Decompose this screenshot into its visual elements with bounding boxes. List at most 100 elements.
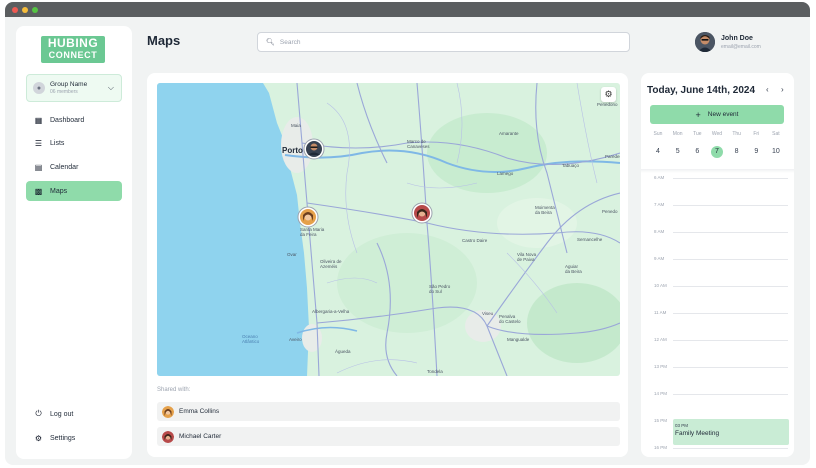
calendar-title: Today, June 14th, 2024 [647,85,756,96]
time-label: 13 PM [654,364,668,369]
time-label: 14 PM [654,391,668,396]
map-canvas[interactable]: Maia Porto Marco de Canaveses Amarante L… [157,83,620,376]
group-icon: ● [33,82,45,94]
day-name: Mon [672,131,683,137]
chevron-down-icon: ⌵ [107,83,114,92]
time-slot[interactable]: 10 AM [641,280,794,307]
time-label: 8 AM [654,229,665,234]
user-name: John Doe [721,34,753,42]
date-cell[interactable]: 5 [670,146,686,158]
time-slot[interactable]: 6 AM [641,172,794,199]
selected-date[interactable]: 7 [710,146,723,158]
sidebar-item-lists[interactable]: ☰ Lists [26,133,122,153]
map-view[interactable]: Maia Porto Marco de Canaveses Amarante L… [157,83,620,376]
date-cell[interactable]: 8 [729,146,745,158]
search-icon: 🔍︎ [266,39,275,46]
svg-text:Atlântico: Atlântico [242,339,260,344]
sidebar-item-label: Log out [50,410,74,418]
power-icon: ⏻ [35,409,42,418]
map-card: Maia Porto Marco de Canaveses Amarante L… [147,73,628,457]
time-slot[interactable]: 12 AM [641,334,794,361]
svg-text:Viseu: Viseu [482,311,494,316]
list-icon: ☰ [34,138,43,148]
shared-person-row[interactable]: Emma Collins [157,402,620,421]
divider [673,340,788,341]
user-profile[interactable]: John Doe email@email.com [695,32,761,52]
sidebar-item-calendar[interactable]: ▤ Calendar [26,157,122,177]
sidebar-item-dashboard[interactable]: ▦ Dashboard [26,110,122,130]
shared-person-name: Michael Carter [179,433,222,440]
svg-text:Castro Daire: Castro Daire [462,238,488,243]
svg-text:Tondela: Tondela [427,369,443,374]
divider [673,394,788,395]
day-name: Sat [772,131,780,137]
search-bar[interactable]: 🔍︎ [257,32,630,52]
sidebar-item-label: Lists [50,139,65,147]
svg-text:Penedo: Penedo [602,209,618,214]
time-slot[interactable]: 14 PM [641,388,794,415]
svg-text:da Beira: da Beira [565,269,582,274]
date-cell[interactable]: 4 [650,146,666,158]
svg-text:Canaveses: Canaveses [407,144,430,149]
sidebar-item-label: Calendar [50,163,79,171]
svg-text:Porto: Porto [282,146,303,155]
svg-text:Sernancelhe: Sernancelhe [577,237,603,242]
sidebar-item-logout[interactable]: ⏻ Log out [26,404,122,424]
map-settings-button[interactable]: ⚙ [601,87,616,102]
calendar-card: Today, June 14th, 2024 ‹ › + New event S… [641,73,794,457]
minimize-window-button[interactable] [22,6,28,13]
divider [673,232,788,233]
svg-text:da Beira: da Beira [535,210,552,215]
maximize-window-button[interactable] [32,6,38,13]
time-label: 6 AM [654,175,665,180]
time-slot[interactable]: 8 AM [641,226,794,253]
svg-text:de Paiva: de Paiva [517,257,535,262]
divider [673,448,788,449]
shared-person-name: Emma Collins [179,408,220,415]
plus-icon: + [695,109,701,120]
user-email: email@email.com [721,43,761,50]
page-title: Maps [147,33,181,48]
time-slot[interactable]: 9 AM [641,253,794,280]
sidebar-item-label: Settings [50,434,76,442]
logo-line-2: CONNECT [48,50,98,60]
date-cell[interactable]: 9 [748,146,764,158]
sidebar-item-settings[interactable]: ⚙ Settings [26,428,122,448]
new-event-button[interactable]: + New event [650,105,784,124]
gear-icon: ⚙ [604,89,613,99]
svg-text:Ovar: Ovar [287,252,297,257]
svg-text:Albergaria-a-Velha: Albergaria-a-Velha [312,309,350,314]
time-slot[interactable]: 13 PM [641,361,794,388]
time-label: 15 PM [654,418,668,423]
svg-text:Tabuaço: Tabuaço [562,163,580,168]
app-logo[interactable]: HUBING CONNECT [41,36,105,63]
search-input[interactable] [279,38,610,46]
close-window-button[interactable] [12,6,18,13]
date-cell[interactable]: 6 [689,146,705,158]
sidebar-item-maps[interactable]: ▩ Maps [26,181,122,201]
time-label: 10 AM [654,283,667,288]
date-cell[interactable]: 10 [768,146,784,158]
time-label: 7 AM [654,202,665,207]
map-pin[interactable] [297,206,319,228]
group-selector[interactable]: ● Group Name 06 members ⌵ [26,74,122,102]
svg-text:do Castelo: do Castelo [499,319,521,324]
logo-line-1: HUBING [47,36,99,50]
shared-person-row[interactable]: Michael Carter [157,427,620,446]
calendar-event[interactable]: 03 PM Family Meeting [673,419,789,445]
svg-text:da Feira: da Feira [300,232,317,237]
day-name: Tue [693,131,702,137]
day-name: Sun [653,131,663,137]
chevron-left-icon[interactable]: ‹ [766,85,769,94]
sidebar: HUBING CONNECT ● Group Name 06 members ⌵… [16,26,132,459]
chevron-right-icon[interactable]: › [781,85,784,94]
time-label: 11 AM [654,310,667,315]
time-slot[interactable]: 11 AM [641,307,794,334]
time-slot[interactable]: 7 AM [641,199,794,226]
svg-text:Amarante: Amarante [499,131,519,136]
divider [673,313,788,314]
map-pin[interactable] [411,202,433,224]
divider [673,367,788,368]
map-pin[interactable] [303,138,325,160]
time-label: 9 AM [654,256,665,261]
